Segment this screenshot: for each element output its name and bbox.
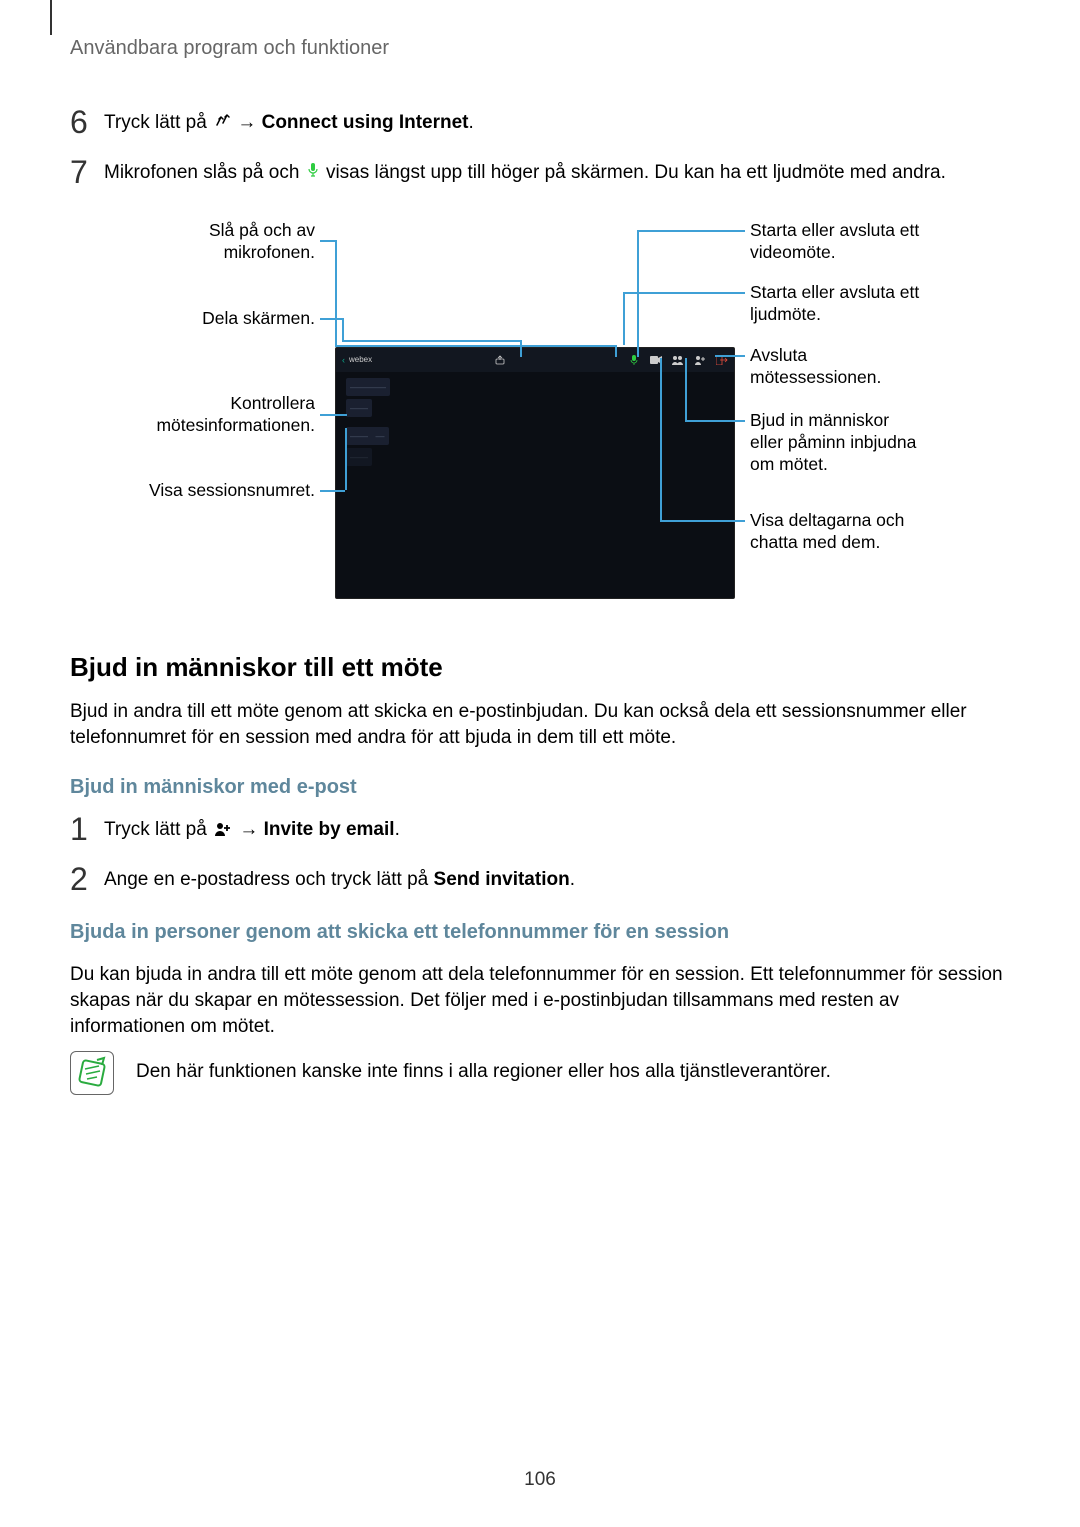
step-number: 2 [70,863,104,895]
step-number: 7 [70,156,104,188]
invite-step-2: 2 Ange en e-postadress och tryck lätt på… [70,867,1010,895]
invite-phone-body: Du kan bjuda in andra till ett möte geno… [70,962,1010,1039]
invite-email-heading: Bjud in människor med e-post [70,774,1010,801]
step-7-pre: Mikrofonen slås på och [104,162,305,183]
invite-step1-pre: Tryck lätt på [104,819,212,840]
page-number: 106 [0,1467,1080,1493]
step-6-period: . [469,112,474,133]
invite-step-1: 1 Tryck lätt på → Invite by email. [70,817,1010,845]
invite-step2-pre: Ange en e-postadress och tryck lätt på [104,869,434,890]
meeting-screen: ‹webex ———— —— —— — —— [335,347,735,599]
invite-step1-period: . [395,819,400,840]
participants-toolbar-icon[interactable] [672,354,684,366]
callout-mic: Slå på och av mikrofonen. [135,220,315,264]
step-7: 7 Mikrofonen slås på och visas längst up… [70,160,1010,188]
addperson-toolbar-icon[interactable] [694,354,706,366]
invite-step2-bold: Send invitation [434,869,570,890]
share-icon[interactable] [494,354,506,366]
callout-end: Avsluta mötessessionen. [750,345,910,389]
invite-phone-heading: Bjuda in personer genom att skicka ett t… [70,919,1010,946]
annotated-screenshot: Slå på och av mikrofonen. Dela skärmen. … [125,210,955,610]
step-6-arrow: → [237,112,261,133]
invite-step2-period: . [570,869,575,890]
note-icon [70,1051,114,1095]
header-title: Användbara program och funktioner [70,35,1010,62]
microphone-on-icon [307,160,319,186]
connect-icon [214,110,230,136]
invite-step1-arrow: → [239,819,263,840]
callout-audio: Starta eller avsluta ett ljudmöte. [750,282,935,326]
callout-video: Starta eller avsluta ett videomöte. [750,220,935,264]
invite-step1-bold: Invite by email [264,819,395,840]
step-6-bold: Connect using Internet [262,112,469,133]
note-text: Den här funktionen kanske inte finns i a… [136,1051,831,1085]
step-6: 6 Tryck lätt på → Connect using Internet… [70,110,1010,138]
callout-participants: Visa deltagarna och chatta med dem. [750,510,935,554]
add-person-icon [214,818,232,844]
callout-share: Dela skärmen. [135,308,315,330]
callout-session: Visa sessionsnumret. [115,480,315,502]
step-number: 6 [70,106,104,138]
note-row: Den här funktionen kanske inte finns i a… [70,1051,1010,1095]
step-number: 1 [70,813,104,845]
callout-info: Kontrollera mötesinformationen. [115,393,315,437]
step-7-post: visas längst upp till höger på skärmen. … [326,162,946,183]
step-6-pre: Tryck lätt på [104,112,212,133]
callout-invite: Bjud in människor eller påminn inbjudna … [750,410,920,476]
invite-body: Bjud in andra till ett möte genom att sk… [70,699,1010,750]
invite-heading: Bjud in människor till ett möte [70,650,1010,685]
